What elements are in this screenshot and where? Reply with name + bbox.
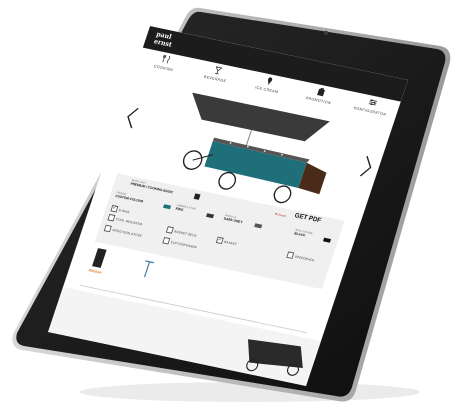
checkbox[interactable]: [286, 251, 295, 259]
option-label: CUP DISPENSER: [170, 239, 198, 249]
checkbox[interactable]: [103, 224, 112, 233]
option-label: SPEEDRACK: [294, 254, 316, 263]
frame-color-swatch[interactable]: [163, 204, 172, 210]
umbrella-color-swatch[interactable]: [206, 213, 215, 219]
category-label: ICE CREAM: [254, 84, 280, 95]
ice-cream-icon: [268, 77, 273, 85]
konfigurator-icon: [368, 99, 378, 106]
main-unit-icon: [193, 193, 201, 200]
bike-frame-color-swatch[interactable]: [322, 237, 332, 243]
logo-line-2: ernst: [152, 36, 174, 49]
bike-frame-field[interactable]: BIKE FRAME BLACK: [294, 228, 314, 239]
beverage-icon: [215, 66, 223, 75]
option-cup-dispenser[interactable]: CUP DISPENSER: [162, 236, 198, 250]
promotion-icon: [317, 87, 325, 97]
option-basket[interactable]: ✓ BASKET: [215, 236, 238, 248]
umbrella-field[interactable]: UMBRELATHE KING: [175, 203, 197, 214]
option-label: INDUCTION STOVE: [111, 227, 143, 238]
option-label: E-BIKE: [118, 207, 131, 214]
category-label: BEVERAGE: [203, 74, 228, 84]
category-label: KONFIGURATOR: [353, 105, 388, 117]
option-induction-stove[interactable]: INDUCTION STOVE: [103, 224, 143, 239]
option-label: BASKET: [223, 239, 238, 246]
option-speedrack[interactable]: SPEEDRACK: [286, 251, 315, 263]
checkbox[interactable]: ✓: [215, 236, 224, 245]
category-label: COOKING: [153, 63, 175, 73]
brand-logo[interactable]: paul ernst: [152, 30, 175, 49]
category-label: PROMOTION: [305, 95, 332, 106]
get-pdf-button[interactable]: GET PDF: [294, 212, 322, 224]
frame-field[interactable]: FRAME CUSTOM COLOUR: [115, 191, 145, 204]
option-basket-deck[interactable]: BASKET DECK: [165, 226, 198, 239]
accessory-thumb-kitchen[interactable]: [92, 248, 107, 268]
accessory-label: Kitchen: [88, 267, 103, 275]
handle-color-swatch[interactable]: [254, 223, 263, 229]
checkbox[interactable]: [165, 226, 174, 234]
option-label: COOL REGISTER: [115, 216, 143, 226]
checkbox[interactable]: [162, 236, 171, 245]
option-e-bike[interactable]: ✓ E-BIKE: [110, 204, 131, 215]
saved-label[interactable]: ❤ Saved: [274, 212, 286, 218]
cooking-icon: [162, 54, 171, 64]
next-arrow-icon[interactable]: [357, 154, 377, 180]
checkbox[interactable]: [107, 213, 116, 222]
camera-icon: [323, 30, 329, 36]
option-label: BASKET DECK: [174, 229, 198, 238]
accessory-thumb-tool[interactable]: [138, 258, 157, 280]
previous-arrow-icon[interactable]: [122, 104, 142, 130]
handle-field[interactable]: HANDLE DARK GREY: [223, 213, 244, 224]
checkbox[interactable]: ✓: [110, 204, 119, 213]
